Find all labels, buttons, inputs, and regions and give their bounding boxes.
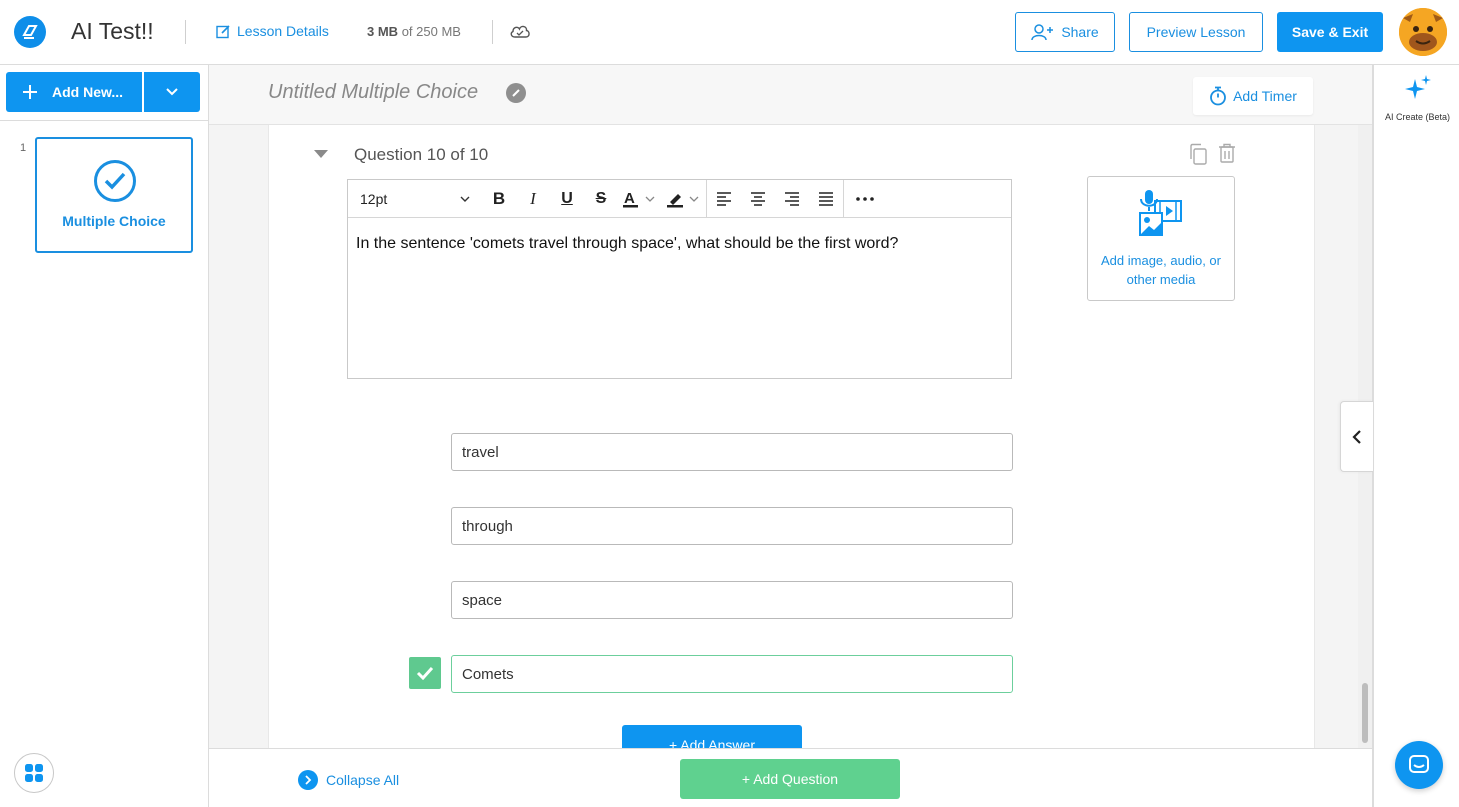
add-question-button[interactable]: + Add Question [680,759,900,799]
answer-input[interactable]: space [451,581,1013,619]
add-new-dropdown-button[interactable] [144,72,200,112]
slide-number: 1 [20,142,27,154]
top-bar: AI Test!! Lesson Details 3 MB of 250 MB … [0,0,1459,65]
align-justify-icon[interactable] [809,180,843,218]
align-center-icon[interactable] [741,180,775,218]
question-heading: Question 10 of 10 [354,145,489,164]
lesson-title[interactable]: Untitled Multiple Choice [268,81,478,104]
preview-lesson-button[interactable]: Preview Lesson [1129,12,1263,52]
storage-total: of 250 MB [401,24,461,39]
more-options-icon[interactable] [844,180,886,218]
bold-icon[interactable]: B [482,180,516,218]
underline-icon[interactable]: U [550,180,584,218]
checkmark-icon [416,666,434,680]
chat-icon [1409,755,1429,773]
add-media-label: Add image, audio, or other media [1088,251,1234,289]
divider [185,20,186,44]
ai-create-button[interactable]: AI Create (Beta) [1374,73,1459,122]
check-circle-icon [94,160,136,202]
align-left-icon[interactable] [707,180,741,218]
chat-support-button[interactable] [1395,741,1443,789]
divider [492,20,493,44]
collapse-all-button[interactable]: Collapse All [298,770,399,790]
cloud-sync-icon [509,22,531,45]
chevron-left-icon [1352,429,1361,444]
editor-toolbar: 12pt B I U S A [348,179,1011,218]
add-new-button[interactable]: Add New... [6,72,142,112]
expand-panel-button[interactable] [1340,401,1373,472]
lesson-title-bar: Untitled Multiple Choice Add Timer [209,65,1372,125]
align-right-icon[interactable] [775,180,809,218]
add-answer-button[interactable]: + Add Answer [622,725,802,748]
preview-label: Preview Lesson [1146,24,1246,40]
save-exit-button[interactable]: Save & Exit [1277,12,1383,52]
correct-answer-checkbox[interactable] [409,657,441,689]
sparkles-icon [1404,75,1431,99]
strikethrough-icon[interactable]: S [584,180,618,218]
text-color-icon[interactable]: A [618,180,662,218]
app-logo-icon[interactable] [14,16,46,48]
add-user-icon [1031,24,1054,41]
storage-used: 3 MB [367,24,399,39]
lesson-details-label: Lesson Details [237,23,329,39]
share-label: Share [1061,24,1099,40]
plus-icon [23,85,37,99]
answer-input-correct[interactable]: Comets [451,655,1013,693]
share-button[interactable]: Share [1015,12,1115,52]
app-title: AI Test!! [71,18,154,44]
svg-text:A: A [624,190,635,207]
copy-icon[interactable] [1188,143,1208,170]
storage-indicator: 3 MB of 250 MB [367,24,461,39]
lesson-details-link[interactable]: Lesson Details [216,23,329,39]
left-sidebar: Add New... 1 Multiple Choice [0,65,209,807]
media-label-line1: Add image, audio, or [1101,253,1221,268]
media-upload-icon [1139,190,1182,236]
grid-icon [25,764,43,782]
pencil-icon[interactable] [506,83,526,103]
media-label-line2: other media [1126,272,1196,287]
user-avatar[interactable] [1399,8,1447,56]
italic-icon[interactable]: I [516,180,550,218]
slide-thumbnail-multiple-choice[interactable]: Multiple Choice [35,137,193,253]
collapse-caret-icon[interactable] [314,150,328,158]
ai-create-label: AI Create (Beta) [1384,112,1451,122]
answer-input[interactable]: through [451,507,1013,545]
font-size-select[interactable]: 12pt [348,180,482,218]
highlight-color-icon[interactable] [662,180,706,218]
answer-input[interactable]: travel [451,433,1013,471]
edit-icon [216,24,230,38]
apps-menu-button[interactable] [14,753,54,793]
question-text-editor[interactable]: 12pt B I U S A In the sentence 'comets t… [347,179,1012,379]
collapse-all-label: Collapse All [326,772,400,788]
add-timer-label: Add Timer [1233,88,1297,104]
chevron-down-icon [166,88,178,96]
question-text[interactable]: In the sentence 'comets travel through s… [356,235,898,253]
divider [0,120,208,121]
main-editor-area: Untitled Multiple Choice Add Timer Quest… [209,65,1372,748]
font-size-value: 12pt [360,190,388,207]
right-rail: AI Create (Beta) [1372,65,1459,807]
slide-label: Multiple Choice [62,213,166,229]
bottom-bar: Collapse All + Add Question [209,748,1372,807]
scrollbar-thumb[interactable] [1362,683,1368,743]
chevron-right-icon [298,770,318,790]
chevron-down-icon [460,196,470,202]
trash-icon[interactable] [1218,143,1236,168]
add-new-label: Add New... [52,84,124,100]
question-card: Question 10 of 10 12pt B I U S A In the … [268,125,1315,748]
stopwatch-icon [1210,86,1226,106]
save-exit-label: Save & Exit [1291,24,1369,40]
add-media-button[interactable]: Add image, audio, or other media [1087,176,1235,301]
add-timer-button[interactable]: Add Timer [1193,77,1313,115]
